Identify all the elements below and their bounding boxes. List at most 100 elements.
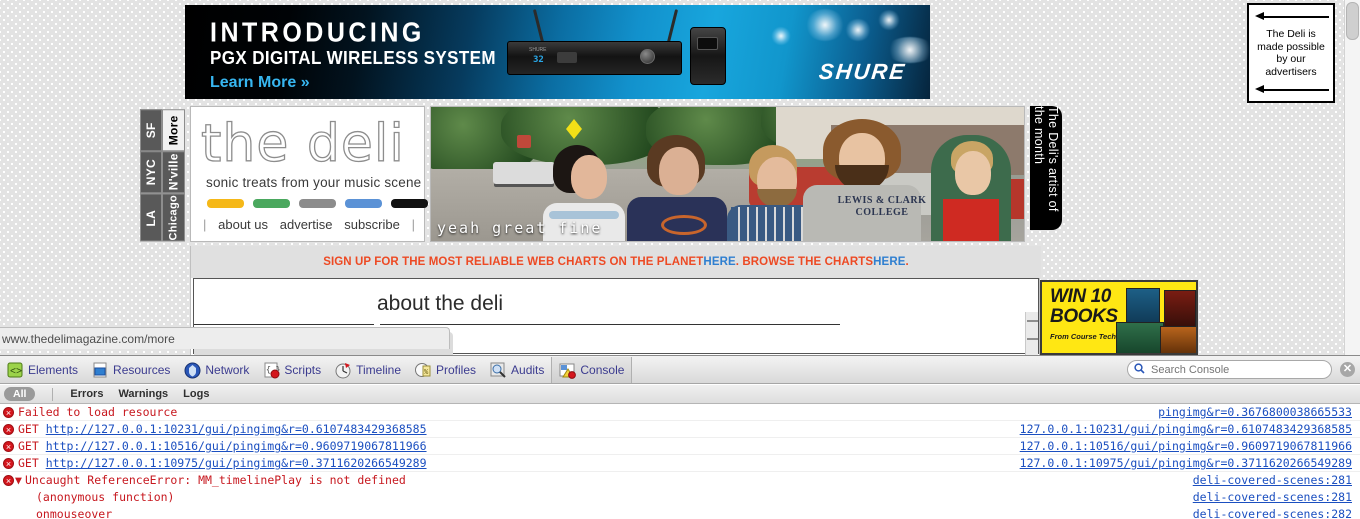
- console-row[interactable]: × GET http://127.0.0.1:10975/gui/pingimg…: [0, 455, 1360, 472]
- tab-elements[interactable]: <> Elements: [0, 357, 85, 383]
- status-bar-url-text: www.thedelimagazine.com/more: [2, 331, 175, 346]
- advertisers-note-text: The Deli is made possible by our adverti…: [1257, 28, 1325, 78]
- content-scrollbar[interactable]: [1025, 312, 1038, 355]
- tab-network-label: Network: [205, 363, 250, 377]
- timeline-icon: [335, 362, 352, 379]
- shirt-text: LEWIS & CLARK COLLEGE: [837, 195, 927, 218]
- console-row[interactable]: × ▼ Uncaught ReferenceError: MM_timeline…: [0, 472, 1360, 489]
- tab-network[interactable]: Network: [177, 357, 256, 383]
- page-vertical-scrollbar[interactable]: [1344, 0, 1360, 355]
- console-source-link[interactable]: deli-covered-scenes:281: [1193, 472, 1352, 489]
- advertisers-note: The Deli is made possible by our adverti…: [1247, 3, 1335, 103]
- receiver-display: 32: [533, 55, 544, 65]
- close-icon[interactable]: ✕: [1340, 362, 1355, 377]
- site-logo-box[interactable]: the deli sonic treats from your music sc…: [190, 106, 428, 242]
- nav-link-about-us[interactable]: about us: [218, 217, 268, 232]
- scripts-icon: { }: [263, 362, 281, 379]
- divider-long: [380, 324, 840, 325]
- console-source-link[interactable]: deli-covered-scenes:281: [1193, 489, 1352, 506]
- site-logo-wordmark: the deli: [200, 114, 405, 174]
- tab-timeline-label: Timeline: [356, 363, 401, 377]
- tab-resources[interactable]: Resources: [85, 357, 177, 383]
- console-stack-row[interactable]: onmouseover deli-covered-scenes:282: [0, 506, 1360, 519]
- status-bar-url: www.thedelimagazine.com/more: [0, 327, 450, 349]
- signup-here-link-1[interactable]: HERE: [703, 256, 735, 268]
- console-request-url[interactable]: http://127.0.0.1:10231/gui/pingimg&r=0.6…: [46, 422, 427, 436]
- audits-icon: [490, 362, 507, 379]
- search-input[interactable]: [1149, 362, 1319, 377]
- console-row[interactable]: × GET http://127.0.0.1:10516/gui/pingimg…: [0, 438, 1360, 455]
- tab-scripts[interactable]: { } Scripts: [256, 357, 328, 383]
- tab-profiles[interactable]: % Profiles: [408, 357, 483, 383]
- city-tab-chicago[interactable]: Chicago: [162, 193, 185, 241]
- console-filter-bar: All Errors Warnings Logs: [0, 385, 1360, 404]
- signup-strip: SIGN UP FOR THE MOST RELIABLE WEB CHARTS…: [191, 246, 1041, 278]
- console-request-url[interactable]: http://127.0.0.1:10516/gui/pingimg&r=0.9…: [46, 439, 427, 453]
- arrow-up-icon: [1255, 12, 1329, 21]
- ad-learn-more-link[interactable]: Learn More »: [210, 74, 310, 92]
- tab-audits[interactable]: Audits: [483, 357, 551, 383]
- antenna-left: [532, 9, 545, 43]
- scrollbar-grip-line: [1027, 320, 1038, 322]
- shure-banner-ad[interactable]: 32 SHURE INTRODUCING PGX DIGITAL WIRELES…: [185, 5, 930, 99]
- console-stack-row[interactable]: (anonymous function) deli-covered-scenes…: [0, 489, 1360, 506]
- artist-of-the-month-tab[interactable]: The Deli's artist of the month: [1030, 106, 1062, 230]
- console-stack-frame: (anonymous function): [36, 490, 175, 504]
- nav-link-advertise[interactable]: advertise: [280, 217, 333, 232]
- filter-errors[interactable]: Errors: [70, 388, 103, 400]
- band-photo[interactable]: LEWIS & CLARK COLLEGE yeah great fine: [430, 106, 1025, 242]
- devtools-panel: <> Elements Resources Network { } Script…: [0, 355, 1360, 519]
- tab-timeline[interactable]: Timeline: [328, 357, 408, 383]
- books-giveaway-ad[interactable]: WIN 10 BOOKS From Course Technology PTR!: [1040, 280, 1198, 355]
- console-http-method: GET: [18, 422, 39, 436]
- console-row[interactable]: × Failed to load resource pingimg&r=0.36…: [0, 404, 1360, 421]
- bokeh-light: [805, 9, 845, 41]
- top-ad-region: 32 SHURE INTRODUCING PGX DIGITAL WIRELES…: [185, 3, 1335, 104]
- color-swatch-row: [207, 199, 428, 208]
- signup-here-link-2[interactable]: HERE: [873, 256, 905, 268]
- site-header: SF More NYC N'ville LA Chicago the deli …: [140, 106, 1065, 246]
- console-source-link[interactable]: 127.0.0.1:10516/gui/pingimg&r=0.96097190…: [1020, 438, 1352, 455]
- books-ad-title: WIN 10 BOOKS: [1050, 287, 1118, 327]
- city-tab-nville[interactable]: N'ville: [162, 151, 185, 194]
- tab-console-label: Console: [580, 363, 625, 377]
- filter-logs[interactable]: Logs: [183, 388, 209, 400]
- swatch-yellow: [207, 199, 244, 208]
- city-tab-more[interactable]: More: [162, 109, 185, 152]
- console-message-list[interactable]: × Failed to load resource pingimg&r=0.36…: [0, 404, 1360, 519]
- console-http-method: GET: [18, 456, 39, 470]
- receiver-brand-mark: SHURE: [529, 47, 547, 53]
- console-source-link[interactable]: 127.0.0.1:10231/gui/pingimg&r=0.61074834…: [1020, 421, 1352, 438]
- bodypack-body: [690, 27, 726, 85]
- network-icon: [184, 362, 201, 379]
- city-tab-la[interactable]: LA: [140, 193, 162, 241]
- svg-text:<>: <>: [10, 367, 22, 378]
- console-message-text: Uncaught ReferenceError: MM_timelinePlay…: [25, 473, 406, 487]
- signup-text-mid: . BROWSE THE CHARTS: [735, 256, 874, 268]
- filter-all[interactable]: All: [4, 387, 36, 401]
- signup-text-end: .: [905, 256, 909, 268]
- console-source-link[interactable]: pingimg&r=0.3676800038665533: [1158, 404, 1352, 421]
- browser-page-viewport: 32 SHURE INTRODUCING PGX DIGITAL WIRELES…: [0, 0, 1360, 355]
- city-tab-sf[interactable]: SF: [140, 109, 162, 152]
- nav-divider-right: |: [411, 217, 415, 232]
- page-scrollbar-thumb[interactable]: [1346, 2, 1359, 40]
- console-source-link[interactable]: 127.0.0.1:10975/gui/pingimg&r=0.37116202…: [1020, 455, 1352, 472]
- console-icon: [559, 362, 577, 379]
- expand-triangle-icon[interactable]: ▼: [15, 472, 22, 489]
- error-icon: ×: [3, 407, 14, 418]
- error-icon: ×: [3, 458, 14, 469]
- tab-scripts-label: Scripts: [284, 363, 322, 377]
- ad-headline: INTRODUCING: [210, 17, 425, 49]
- console-search-box[interactable]: [1127, 360, 1332, 379]
- books-ad-title-line1: WIN 10: [1050, 286, 1111, 307]
- receiver-knob: [640, 49, 655, 64]
- filter-warnings[interactable]: Warnings: [118, 388, 168, 400]
- bokeh-light: [771, 27, 791, 45]
- console-source-link[interactable]: deli-covered-scenes:282: [1193, 506, 1352, 519]
- console-row[interactable]: × GET http://127.0.0.1:10231/gui/pingimg…: [0, 421, 1360, 438]
- city-tab-nyc[interactable]: NYC: [140, 151, 162, 194]
- console-request-url[interactable]: http://127.0.0.1:10975/gui/pingimg&r=0.3…: [46, 456, 427, 470]
- tab-console[interactable]: Console: [551, 357, 633, 383]
- nav-link-subscribe[interactable]: subscribe: [344, 217, 400, 232]
